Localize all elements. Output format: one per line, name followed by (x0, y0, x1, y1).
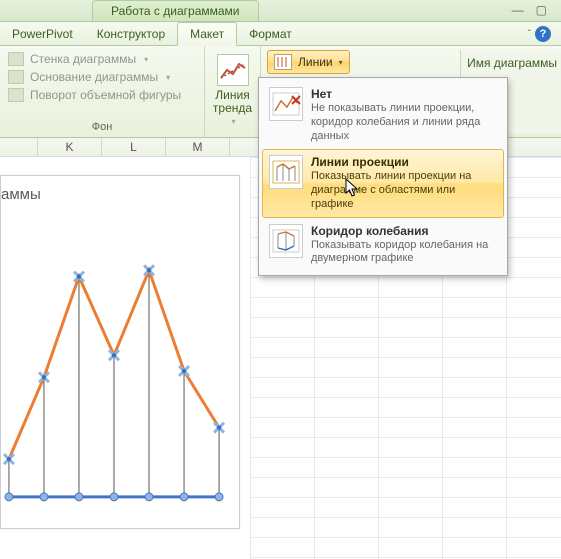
lines-projection-icon (269, 155, 303, 189)
chart-floor-label: Основание диаграммы (30, 70, 158, 84)
column-header-k[interactable]: K (38, 138, 102, 156)
lines-option-projection-title: Линии проекции (311, 155, 497, 169)
chevron-down-icon: ▾ (231, 117, 235, 126)
lines-option-hilo-title: Коридор колебания (311, 224, 497, 238)
lines-option-projection-desc: Показывать линии проекции на диаграмме с… (311, 170, 497, 211)
lines-option-none[interactable]: Нет Не показывать линии проекции, коридо… (262, 81, 504, 149)
column-header-l[interactable]: L (102, 138, 166, 156)
chart-title[interactable]: аммы (1, 176, 239, 207)
ribbon-group-trendline: Линия тренда ▾ (205, 46, 261, 137)
tab-constructor[interactable]: Конструктор (85, 23, 177, 45)
column-header-m[interactable]: M (166, 138, 230, 156)
tab-layout[interactable]: Макет (177, 22, 237, 46)
lines-option-hilo[interactable]: Коридор колебания Показывать коридор кол… (262, 218, 504, 273)
lines-none-icon (269, 87, 303, 121)
lines-option-none-title: Нет (311, 87, 497, 101)
trendline-label-2: тренда (213, 101, 252, 115)
lines-dropdown: Нет Не показывать линии проекции, коридо… (258, 77, 508, 276)
chart-floor-button[interactable]: Основание диаграммы ▾ (6, 68, 198, 86)
rotate-3d-button[interactable]: Поворот объемной фигуры (6, 86, 198, 104)
rotate-3d-icon (8, 88, 24, 102)
chart-wall-button[interactable]: Стенка диаграммы ▾ (6, 50, 198, 68)
lines-option-none-desc: Не показывать линии проекции, коридор ко… (311, 102, 497, 143)
chevron-down-icon: ▾ (144, 55, 148, 64)
title-bar: Работа с диаграммами — ▢ (0, 0, 561, 22)
lines-hilo-icon (269, 224, 303, 258)
column-header-blank[interactable] (0, 138, 38, 156)
lines-button-label: Линии (298, 55, 333, 69)
ribbon-group-label: Фон (6, 121, 198, 135)
window-minimize-icon[interactable]: — (512, 3, 524, 21)
lines-split-button[interactable]: Линии ▾ (267, 50, 350, 74)
contextual-tab-title: Работа с диаграммами (92, 0, 259, 21)
window-restore-icon[interactable]: ▢ (536, 3, 547, 21)
chart-floor-icon (8, 70, 24, 84)
chart-wall-label: Стенка диаграммы (30, 52, 136, 66)
chart-plot-area[interactable] (1, 236, 227, 506)
chevron-down-icon: ▾ (166, 73, 170, 82)
window-controls: — ▢ (512, 0, 561, 21)
tab-powerpivot[interactable]: PowerPivot (0, 23, 85, 45)
help-icon[interactable]: ? (535, 26, 551, 42)
tab-format[interactable]: Формат (237, 23, 304, 45)
lines-option-hilo-desc: Показывать коридор колебания на двумерно… (311, 239, 497, 267)
chart-wall-icon (8, 52, 24, 66)
ribbon: Стенка диаграммы ▾ Основание диаграммы ▾… (0, 46, 561, 138)
chart-name-label: Имя диаграммы (467, 56, 557, 70)
embedded-chart[interactable]: аммы (0, 175, 240, 529)
ribbon-group-background: Стенка диаграммы ▾ Основание диаграммы ▾… (0, 46, 205, 137)
ribbon-minimize-icon[interactable]: ˇ (528, 29, 531, 40)
ribbon-tabs: PowerPivot Конструктор Макет Формат ˇ ? (0, 22, 561, 46)
chevron-down-icon: ▾ (339, 58, 343, 67)
trendline-button[interactable]: Линия тренда ▾ (205, 50, 260, 131)
rotate-3d-label: Поворот объемной фигуры (30, 88, 181, 102)
lines-icon (274, 54, 292, 70)
trendline-icon (217, 54, 249, 86)
lines-option-projection[interactable]: Линии проекции Показывать линии проекции… (262, 149, 504, 217)
